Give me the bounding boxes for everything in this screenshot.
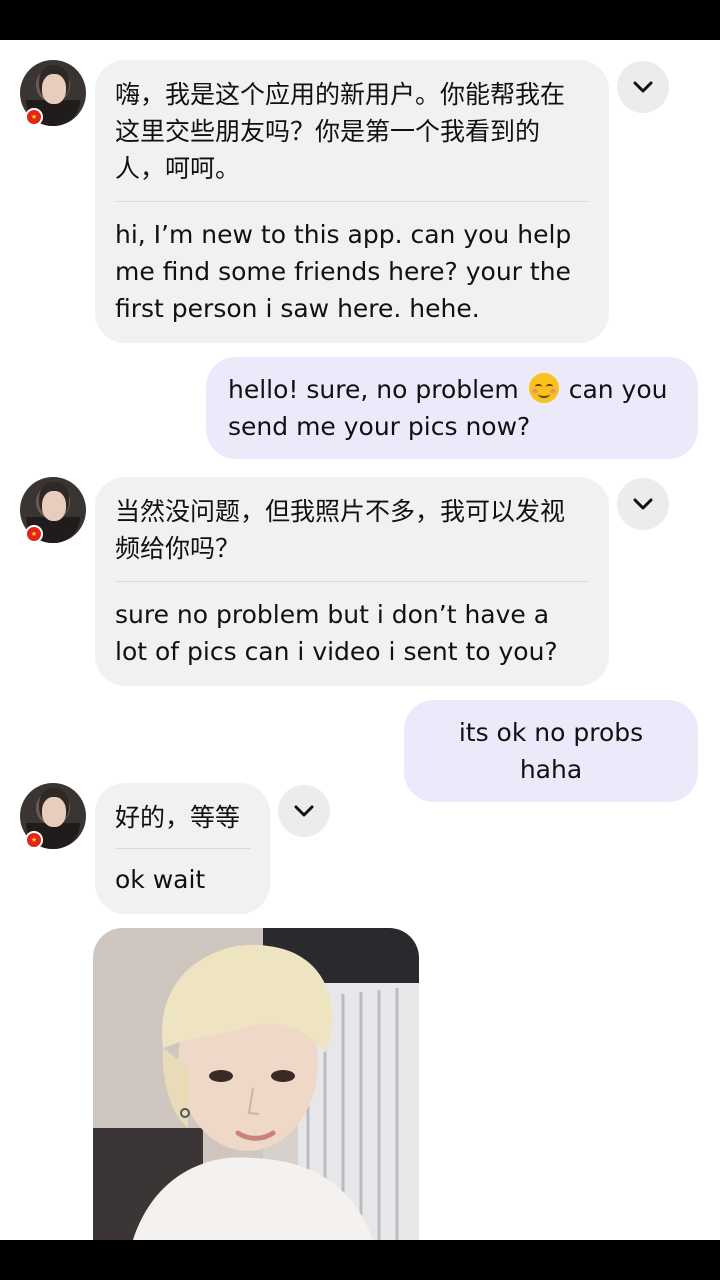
chevron-down-icon (633, 498, 653, 510)
translation-toggle-button[interactable] (278, 785, 330, 837)
contact-avatar[interactable]: ★ (20, 477, 86, 543)
outgoing-message[interactable]: hello! sure, no problem can you send me … (206, 357, 698, 459)
chevron-down-icon (294, 805, 314, 817)
flag-badge-icon: ★ (25, 108, 43, 126)
outgoing-message[interactable]: its ok no probs haha (404, 700, 698, 802)
incoming-message[interactable]: 当然没问题，但我照片不多，我可以发视频给你吗？ sure no problem … (95, 477, 609, 686)
flag-badge-icon: ★ (25, 831, 43, 849)
message-original-text: 嗨，我是这个应用的新用户。你能帮我在这里交些朋友吗？你是第一个我看到的人，呵呵。 (115, 80, 566, 183)
incoming-message[interactable]: 嗨，我是这个应用的新用户。你能帮我在这里交些朋友吗？你是第一个我看到的人，呵呵。… (95, 60, 609, 343)
translation-divider (115, 581, 589, 582)
translation-toggle-button[interactable] (617, 61, 669, 113)
incoming-message[interactable]: 好的，等等 ok wait (95, 783, 270, 914)
message-text: its ok no probs haha (458, 718, 644, 784)
contact-avatar[interactable]: ★ (20, 783, 86, 849)
flag-badge-icon: ★ (25, 525, 43, 543)
message-translated-text: sure no problem but i don’t have a lot o… (115, 600, 558, 666)
translation-divider (115, 848, 250, 849)
translation-toggle-button[interactable] (617, 478, 669, 530)
message-translated-text: hi, I’m new to this app. can you help me… (115, 220, 572, 323)
message-original-text: 好的，等等 (115, 803, 241, 832)
chevron-down-icon (633, 81, 653, 93)
navigation-bar (0, 1240, 720, 1280)
media-image (93, 928, 419, 1240)
message-text: hello! sure, no problem (228, 375, 519, 404)
smiling-face-emoji-icon (528, 373, 559, 403)
contact-avatar[interactable]: ★ (20, 60, 86, 126)
translation-divider (115, 201, 589, 202)
message-translated-text: ok wait (115, 865, 206, 894)
status-bar (0, 0, 720, 40)
message-original-text: 当然没问题，但我照片不多，我可以发视频给你吗？ (115, 497, 566, 563)
shared-media-thumbnail[interactable] (93, 928, 419, 1240)
